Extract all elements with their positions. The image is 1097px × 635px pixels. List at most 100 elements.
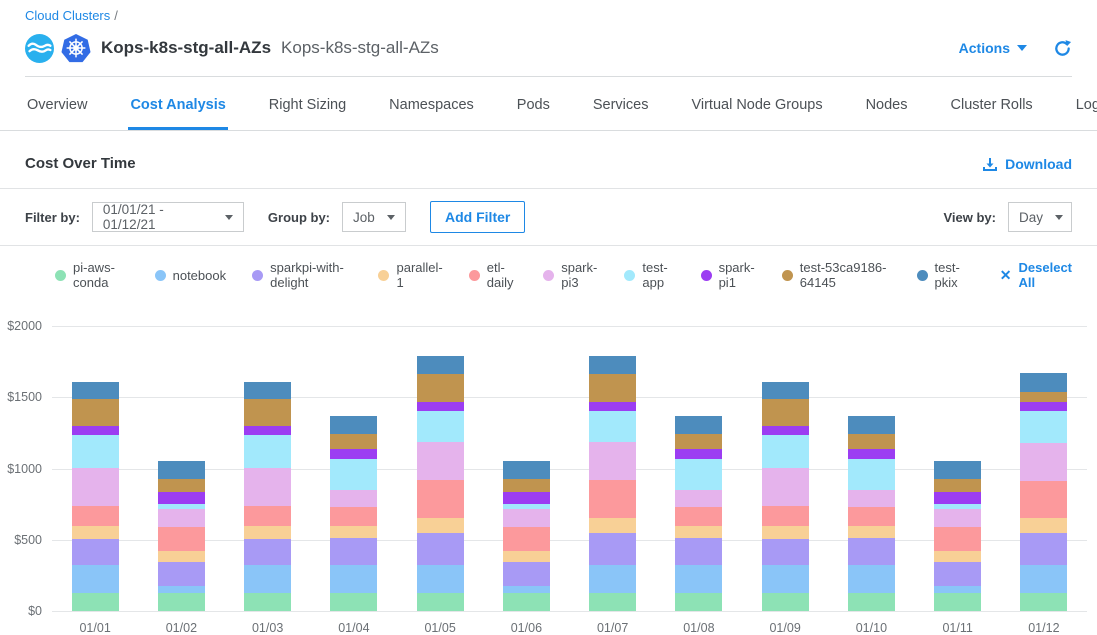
bar-segment-spark-pi3[interactable] bbox=[1020, 443, 1067, 481]
legend-item-sparkpi-with-delight[interactable]: sparkpi-with-delight bbox=[252, 260, 352, 290]
tab-cost-analysis[interactable]: Cost Analysis bbox=[128, 77, 227, 130]
bar-segment-pi-aws-conda[interactable] bbox=[72, 593, 119, 611]
bar-segment-test-53ca9186-64145[interactable] bbox=[158, 479, 205, 492]
bar-segment-parallel-1[interactable] bbox=[1020, 518, 1067, 533]
bar-segment-pi-aws-conda[interactable] bbox=[934, 593, 981, 611]
bar-segment-parallel-1[interactable] bbox=[848, 526, 895, 537]
bar-segment-test-pkix[interactable] bbox=[330, 416, 377, 435]
bar-01/04[interactable] bbox=[330, 416, 377, 611]
add-filter-button[interactable]: Add Filter bbox=[430, 201, 525, 233]
legend-item-test-53ca9186-64145[interactable]: test-53ca9186-64145 bbox=[782, 260, 891, 290]
bar-segment-spark-pi1[interactable] bbox=[1020, 402, 1067, 411]
bar-segment-sparkpi-with-delight[interactable] bbox=[72, 539, 119, 565]
bar-segment-spark-pi1[interactable] bbox=[934, 492, 981, 503]
bar-segment-pi-aws-conda[interactable] bbox=[503, 593, 550, 611]
bar-segment-sparkpi-with-delight[interactable] bbox=[417, 533, 464, 565]
bar-segment-spark-pi3[interactable] bbox=[417, 442, 464, 480]
bar-segment-notebook[interactable] bbox=[1020, 565, 1067, 594]
bar-segment-etl-daily[interactable] bbox=[589, 480, 636, 518]
download-button[interactable]: Download bbox=[982, 156, 1072, 172]
bar-segment-spark-pi3[interactable] bbox=[503, 509, 550, 527]
bar-segment-test-pkix[interactable] bbox=[417, 356, 464, 375]
bar-segment-parallel-1[interactable] bbox=[330, 526, 377, 537]
bar-segment-test-53ca9186-64145[interactable] bbox=[675, 434, 722, 448]
breadcrumb-cloud-clusters-link[interactable]: Cloud Clusters bbox=[25, 8, 110, 23]
bar-segment-spark-pi3[interactable] bbox=[158, 509, 205, 527]
bar-segment-parallel-1[interactable] bbox=[158, 551, 205, 562]
bar-segment-pi-aws-conda[interactable] bbox=[244, 593, 291, 611]
bar-01/06[interactable] bbox=[503, 461, 550, 611]
legend-item-pi-aws-conda[interactable]: pi-aws-conda bbox=[55, 260, 129, 290]
legend-item-etl-daily[interactable]: etl-daily bbox=[469, 260, 517, 290]
bar-segment-spark-pi1[interactable] bbox=[158, 492, 205, 503]
tab-virtual-node-groups[interactable]: Virtual Node Groups bbox=[689, 77, 824, 130]
bar-segment-test-app[interactable] bbox=[848, 459, 895, 490]
bar-segment-pi-aws-conda[interactable] bbox=[158, 593, 205, 611]
bar-segment-spark-pi1[interactable] bbox=[848, 449, 895, 459]
bar-segment-pi-aws-conda[interactable] bbox=[1020, 593, 1067, 611]
bar-01/12[interactable] bbox=[1020, 373, 1067, 611]
bar-segment-spark-pi3[interactable] bbox=[589, 442, 636, 480]
bar-segment-etl-daily[interactable] bbox=[503, 527, 550, 551]
bar-segment-test-pkix[interactable] bbox=[762, 382, 809, 399]
bar-segment-notebook[interactable] bbox=[675, 565, 722, 594]
bar-segment-test-pkix[interactable] bbox=[1020, 373, 1067, 392]
bar-segment-test-app[interactable] bbox=[72, 435, 119, 468]
bar-segment-test-53ca9186-64145[interactable] bbox=[762, 399, 809, 426]
bar-segment-etl-daily[interactable] bbox=[72, 506, 119, 526]
actions-button[interactable]: Actions bbox=[959, 40, 1027, 56]
bar-segment-pi-aws-conda[interactable] bbox=[675, 593, 722, 611]
group-by-dropdown[interactable]: Job bbox=[342, 202, 406, 232]
bar-segment-parallel-1[interactable] bbox=[589, 518, 636, 533]
bar-segment-etl-daily[interactable] bbox=[330, 507, 377, 526]
bar-segment-test-app[interactable] bbox=[417, 411, 464, 442]
bar-segment-notebook[interactable] bbox=[417, 565, 464, 594]
bar-segment-parallel-1[interactable] bbox=[244, 526, 291, 540]
bar-segment-notebook[interactable] bbox=[934, 586, 981, 593]
bar-segment-notebook[interactable] bbox=[330, 565, 377, 594]
bar-segment-test-app[interactable] bbox=[589, 411, 636, 442]
bar-segment-notebook[interactable] bbox=[762, 565, 809, 594]
legend-item-test-pkix[interactable]: test-pkix bbox=[917, 260, 968, 290]
bar-01/08[interactable] bbox=[675, 416, 722, 611]
bar-01/05[interactable] bbox=[417, 356, 464, 611]
bar-segment-test-app[interactable] bbox=[330, 459, 377, 490]
bar-segment-test-app[interactable] bbox=[1020, 411, 1067, 442]
bar-segment-test-53ca9186-64145[interactable] bbox=[503, 479, 550, 492]
bar-segment-test-53ca9186-64145[interactable] bbox=[244, 399, 291, 426]
bar-segment-test-53ca9186-64145[interactable] bbox=[934, 479, 981, 492]
tab-cluster-rolls[interactable]: Cluster Rolls bbox=[949, 77, 1035, 130]
bar-segment-pi-aws-conda[interactable] bbox=[848, 593, 895, 611]
bar-segment-pi-aws-conda[interactable] bbox=[417, 593, 464, 611]
bar-segment-test-pkix[interactable] bbox=[244, 382, 291, 399]
bar-segment-test-53ca9186-64145[interactable] bbox=[589, 374, 636, 402]
legend-item-parallel-1[interactable]: parallel-1 bbox=[378, 260, 442, 290]
bar-segment-test-53ca9186-64145[interactable] bbox=[330, 434, 377, 448]
bar-segment-test-53ca9186-64145[interactable] bbox=[417, 374, 464, 402]
bar-segment-spark-pi3[interactable] bbox=[934, 509, 981, 527]
bar-segment-sparkpi-with-delight[interactable] bbox=[762, 539, 809, 565]
bar-segment-spark-pi3[interactable] bbox=[330, 490, 377, 507]
bar-01/03[interactable] bbox=[244, 382, 291, 611]
bar-segment-spark-pi1[interactable] bbox=[762, 426, 809, 435]
bar-segment-parallel-1[interactable] bbox=[675, 526, 722, 537]
bar-segment-spark-pi1[interactable] bbox=[330, 449, 377, 459]
bar-segment-test-pkix[interactable] bbox=[675, 416, 722, 435]
bar-segment-sparkpi-with-delight[interactable] bbox=[330, 538, 377, 565]
bar-segment-notebook[interactable] bbox=[848, 565, 895, 594]
legend-item-spark-pi1[interactable]: spark-pi1 bbox=[701, 260, 756, 290]
bar-segment-sparkpi-with-delight[interactable] bbox=[244, 539, 291, 565]
bar-segment-etl-daily[interactable] bbox=[417, 480, 464, 518]
bar-segment-sparkpi-with-delight[interactable] bbox=[589, 533, 636, 565]
bar-segment-test-pkix[interactable] bbox=[72, 382, 119, 399]
bar-segment-test-53ca9186-64145[interactable] bbox=[1020, 392, 1067, 402]
bar-segment-test-app[interactable] bbox=[675, 459, 722, 490]
bar-segment-parallel-1[interactable] bbox=[417, 518, 464, 533]
bar-segment-parallel-1[interactable] bbox=[934, 551, 981, 562]
legend-item-test-app[interactable]: test-app bbox=[624, 260, 674, 290]
bar-segment-notebook[interactable] bbox=[503, 586, 550, 593]
bar-segment-test-pkix[interactable] bbox=[589, 356, 636, 375]
bar-segment-etl-daily[interactable] bbox=[158, 527, 205, 551]
bar-segment-etl-daily[interactable] bbox=[1020, 481, 1067, 518]
bar-segment-spark-pi3[interactable] bbox=[675, 490, 722, 507]
